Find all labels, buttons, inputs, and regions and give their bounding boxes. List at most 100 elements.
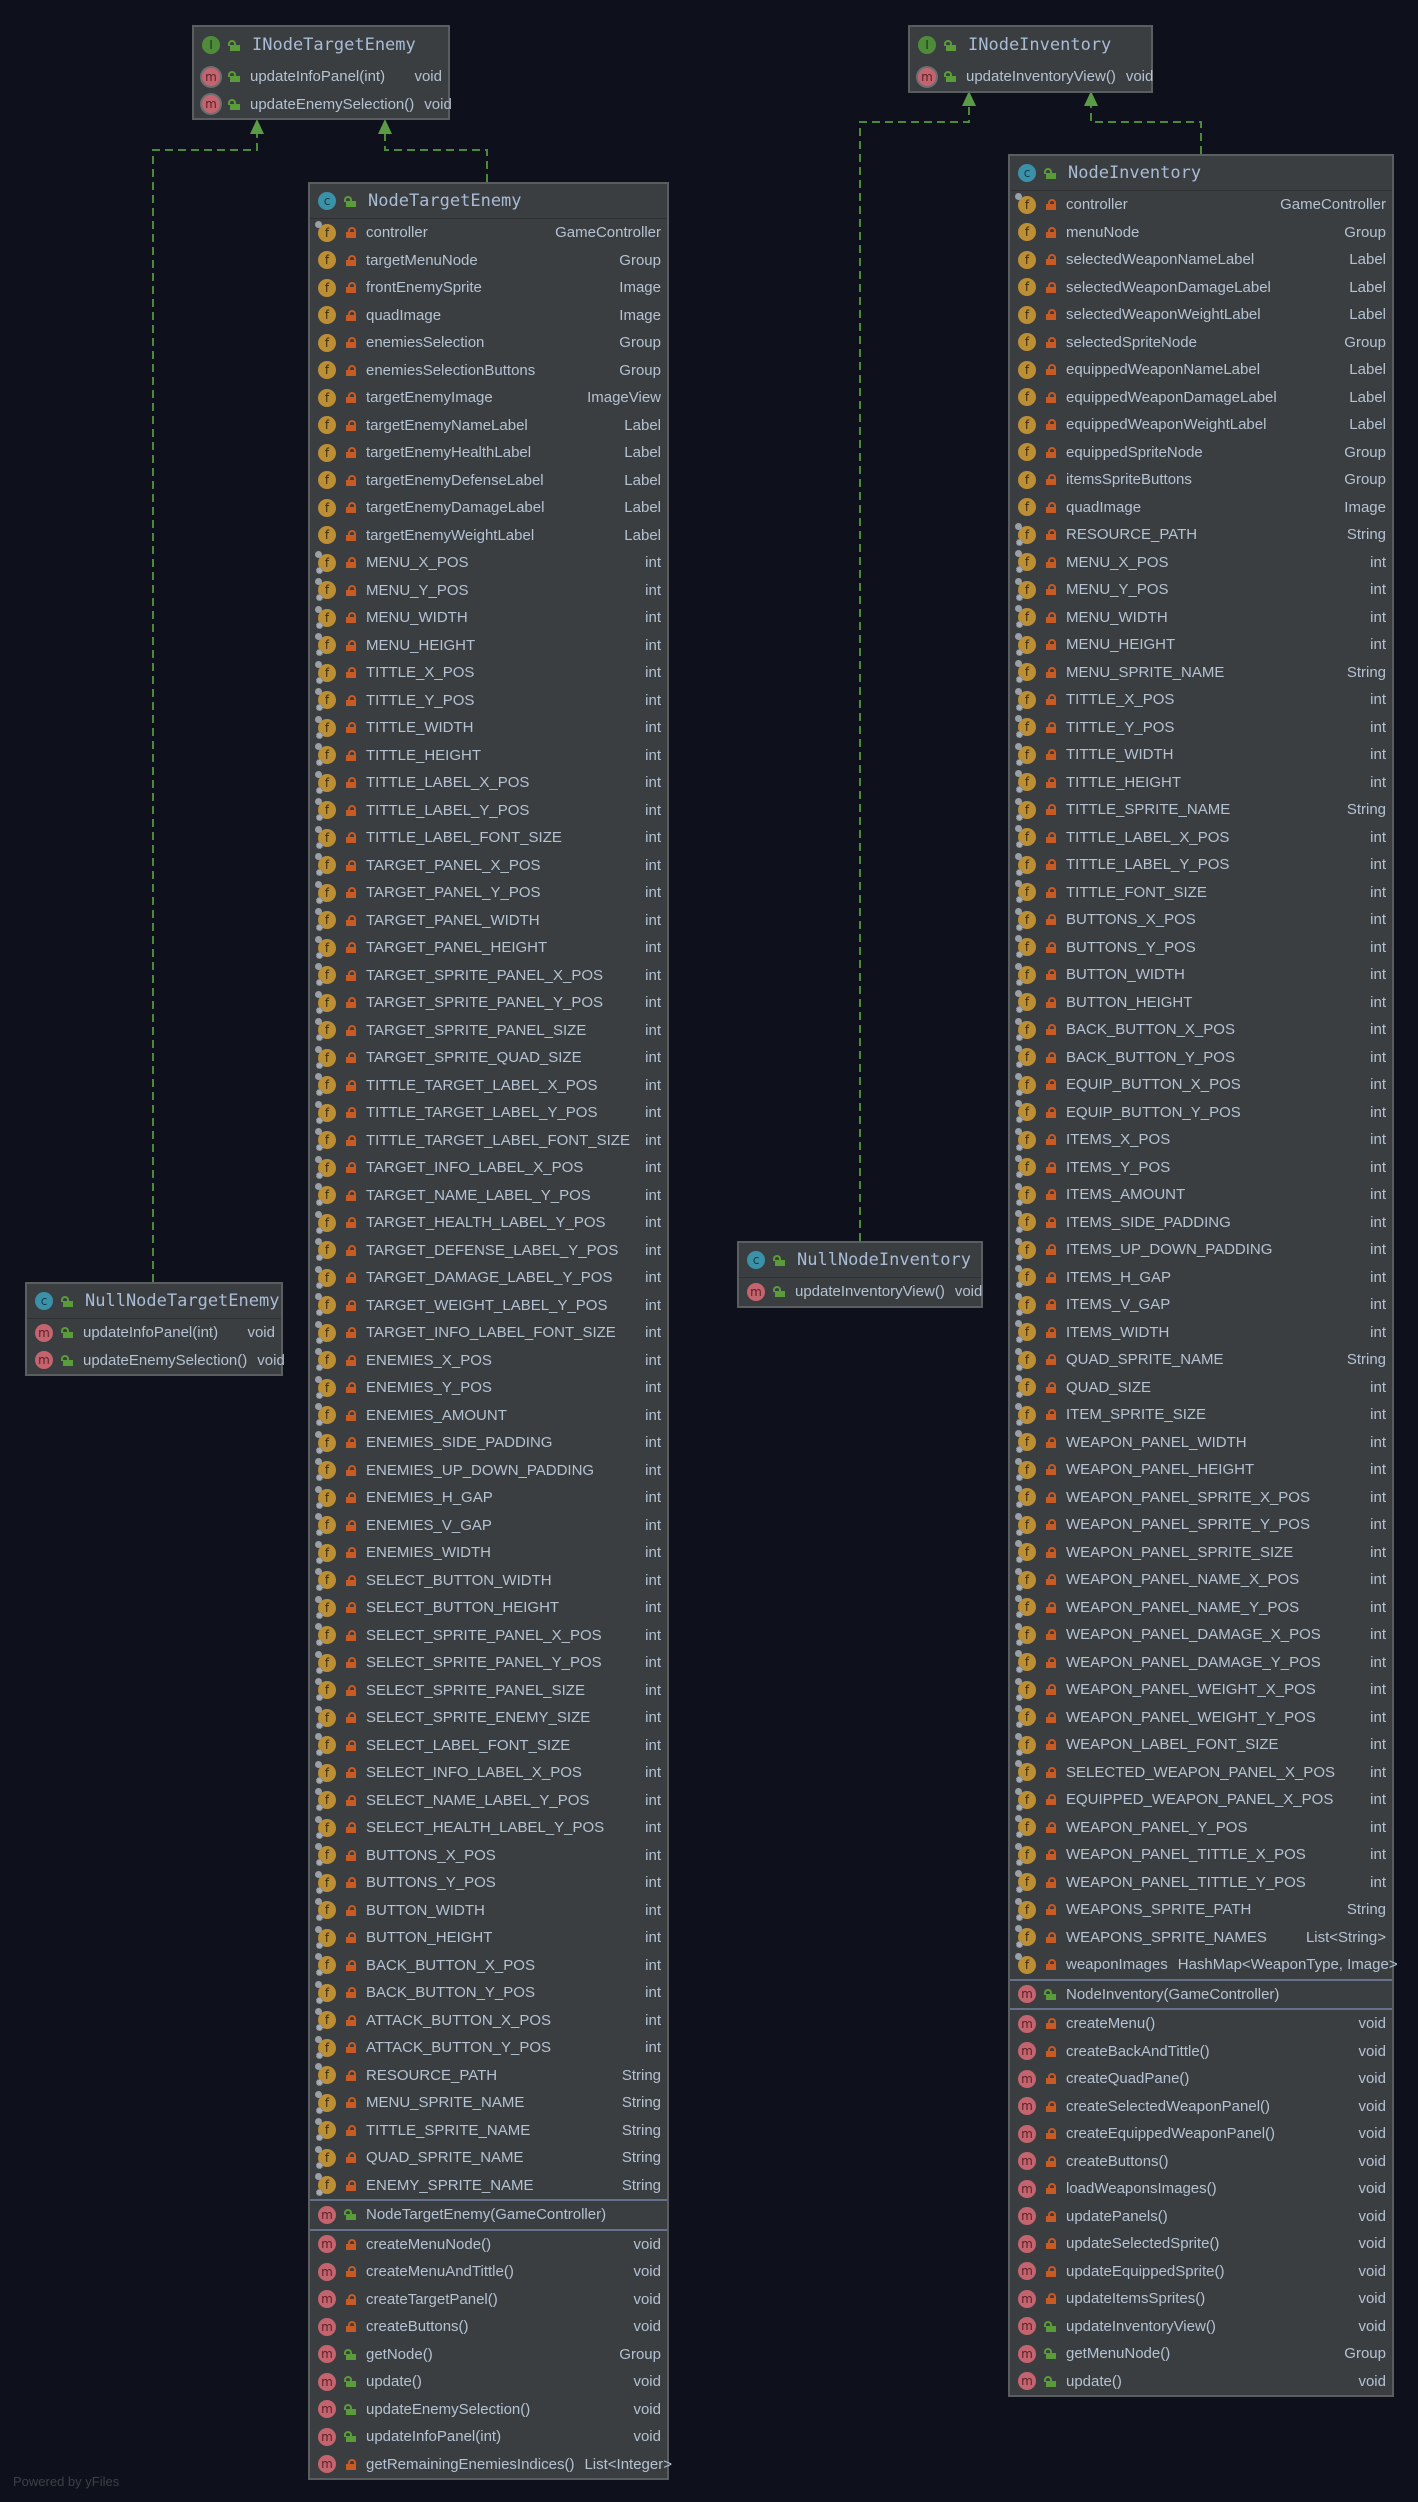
field-row[interactable]: f ITEMS_AMOUNT int: [1010, 1181, 1392, 1209]
field-row[interactable]: f quadImage Image: [310, 302, 667, 330]
field-row[interactable]: f frontEnemySprite Image: [310, 274, 667, 302]
method-row[interactable]: m updateInfoPanel(int) void: [194, 63, 448, 91]
field-row[interactable]: f SELECT_SPRITE_PANEL_Y_POS int: [310, 1649, 667, 1677]
field-row[interactable]: f ITEM_SPRITE_SIZE int: [1010, 1401, 1392, 1429]
field-row[interactable]: f TITTLE_X_POS int: [310, 659, 667, 687]
method-row[interactable]: m createBackAndTittle() void: [1010, 2038, 1392, 2066]
field-row[interactable]: f SELECT_SPRITE_PANEL_SIZE int: [310, 1677, 667, 1705]
field-row[interactable]: f MENU_HEIGHT int: [1010, 631, 1392, 659]
field-row[interactable]: f TARGET_DAMAGE_LABEL_Y_POS int: [310, 1264, 667, 1292]
method-row[interactable]: m updateEnemySelection() void: [310, 2396, 667, 2424]
field-row[interactable]: f TITTLE_LABEL_X_POS int: [1010, 824, 1392, 852]
field-row[interactable]: f TARGET_SPRITE_PANEL_SIZE int: [310, 1017, 667, 1045]
field-row[interactable]: f selectedWeaponDamageLabel Label: [1010, 274, 1392, 302]
field-row[interactable]: f TITTLE_TARGET_LABEL_Y_POS int: [310, 1099, 667, 1127]
field-row[interactable]: f SELECTED_WEAPON_PANEL_X_POS int: [1010, 1759, 1392, 1787]
field-row[interactable]: f controller GameController: [310, 219, 667, 247]
field-row[interactable]: f TITTLE_HEIGHT int: [1010, 769, 1392, 797]
field-row[interactable]: f targetEnemyDefenseLabel Label: [310, 467, 667, 495]
field-row[interactable]: f TARGET_PANEL_X_POS int: [310, 852, 667, 880]
method-row[interactable]: m createSelectedWeaponPanel() void: [1010, 2093, 1392, 2121]
field-row[interactable]: f MENU_X_POS int: [310, 549, 667, 577]
field-row[interactable]: f BUTTON_WIDTH int: [310, 1897, 667, 1925]
method-row[interactable]: m updateEnemySelection() void: [194, 91, 452, 119]
field-row[interactable]: f BACK_BUTTON_X_POS int: [310, 1952, 667, 1980]
field-row[interactable]: f selectedWeaponNameLabel Label: [1010, 246, 1392, 274]
field-row[interactable]: f TARGET_WEIGHT_LABEL_Y_POS int: [310, 1292, 667, 1320]
method-row[interactable]: m updateItemsSprites() void: [1010, 2285, 1392, 2313]
field-row[interactable]: f ITEMS_H_GAP int: [1010, 1264, 1392, 1292]
field-row[interactable]: f TITTLE_LABEL_Y_POS int: [1010, 851, 1392, 879]
field-row[interactable]: f selectedWeaponWeightLabel Label: [1010, 301, 1392, 329]
field-row[interactable]: f WEAPON_PANEL_NAME_X_POS int: [1010, 1566, 1392, 1594]
field-row[interactable]: f WEAPON_PANEL_WEIGHT_Y_POS int: [1010, 1704, 1392, 1732]
class-header[interactable]: c NullNodeTargetEnemy: [27, 1284, 281, 1319]
method-row[interactable]: m updateEnemySelection() void: [27, 1347, 285, 1375]
field-row[interactable]: f BUTTON_WIDTH int: [1010, 961, 1392, 989]
field-row[interactable]: f BUTTONS_X_POS int: [310, 1842, 667, 1870]
class-header[interactable]: I INodeTargetEnemy: [194, 27, 448, 63]
field-row[interactable]: f targetEnemyHealthLabel Label: [310, 439, 667, 467]
field-row[interactable]: f enemiesSelectionButtons Group: [310, 357, 667, 385]
class-box-nullnodetargetenemy[interactable]: c NullNodeTargetEnemy m updateInfoPanel(int…: [25, 1282, 285, 1376]
field-row[interactable]: f BACK_BUTTON_X_POS int: [1010, 1016, 1392, 1044]
field-row[interactable]: f ENEMIES_UP_DOWN_PADDING int: [310, 1457, 667, 1485]
field-row[interactable]: f TITTLE_WIDTH int: [310, 714, 667, 742]
field-row[interactable]: f WEAPON_PANEL_Y_POS int: [1010, 1814, 1392, 1842]
class-header[interactable]: I INodeInventory: [910, 27, 1151, 63]
field-row[interactable]: f TITTLE_SPRITE_NAME String: [1010, 796, 1392, 824]
method-row[interactable]: m update() void: [1010, 2368, 1392, 2396]
field-row[interactable]: f MENU_SPRITE_NAME String: [310, 2089, 667, 2117]
field-row[interactable]: f SELECT_NAME_LABEL_Y_POS int: [310, 1787, 667, 1815]
field-row[interactable]: f TARGET_PANEL_HEIGHT int: [310, 934, 667, 962]
field-row[interactable]: f SELECT_INFO_LABEL_X_POS int: [310, 1759, 667, 1787]
class-box-inodeinventory[interactable]: I INodeInventory m updateInventoryView() voi…: [908, 25, 1153, 93]
field-row[interactable]: f equippedWeaponDamageLabel Label: [1010, 384, 1392, 412]
field-row[interactable]: f MENU_WIDTH int: [1010, 604, 1392, 632]
field-row[interactable]: f ENEMY_SPRITE_NAME String: [310, 2172, 667, 2200]
field-row[interactable]: f WEAPON_PANEL_TITTLE_X_POS int: [1010, 1841, 1392, 1869]
field-row[interactable]: f enemiesSelection Group: [310, 329, 667, 357]
field-row[interactable]: f WEAPONS_SPRITE_PATH String: [1010, 1896, 1392, 1924]
field-row[interactable]: f WEAPON_PANEL_SPRITE_X_POS int: [1010, 1484, 1392, 1512]
field-row[interactable]: f itemsSpriteButtons Group: [1010, 466, 1392, 494]
field-row[interactable]: f targetEnemyNameLabel Label: [310, 412, 667, 440]
field-row[interactable]: f ENEMIES_SIDE_PADDING int: [310, 1429, 667, 1457]
field-row[interactable]: f weaponImages HashMap<WeaponType, Image>: [1010, 1951, 1398, 1979]
field-row[interactable]: f menuNode Group: [1010, 219, 1392, 247]
field-row[interactable]: f targetEnemyDamageLabel Label: [310, 494, 667, 522]
field-row[interactable]: f controller GameController: [1010, 191, 1392, 219]
field-row[interactable]: f BUTTON_HEIGHT int: [1010, 989, 1392, 1017]
field-row[interactable]: f selectedSpriteNode Group: [1010, 329, 1392, 357]
field-row[interactable]: f EQUIP_BUTTON_Y_POS int: [1010, 1099, 1392, 1127]
field-row[interactable]: f BACK_BUTTON_Y_POS int: [1010, 1044, 1392, 1072]
method-row[interactable]: m createMenuAndTittle() void: [310, 2258, 667, 2286]
field-row[interactable]: f SELECT_SPRITE_ENEMY_SIZE int: [310, 1704, 667, 1732]
method-row[interactable]: m updateInventoryView() void: [739, 1278, 982, 1306]
field-row[interactable]: f equippedWeaponNameLabel Label: [1010, 356, 1392, 384]
field-row[interactable]: f BUTTONS_X_POS int: [1010, 906, 1392, 934]
method-row[interactable]: m createMenu() void: [1010, 2010, 1392, 2038]
field-row[interactable]: f TARGET_INFO_LABEL_X_POS int: [310, 1154, 667, 1182]
field-row[interactable]: f TARGET_NAME_LABEL_Y_POS int: [310, 1182, 667, 1210]
field-row[interactable]: f MENU_X_POS int: [1010, 549, 1392, 577]
field-row[interactable]: f WEAPON_PANEL_DAMAGE_Y_POS int: [1010, 1649, 1392, 1677]
method-row[interactable]: m update() void: [310, 2368, 667, 2396]
field-row[interactable]: f targetEnemyWeightLabel Label: [310, 522, 667, 550]
class-header[interactable]: c NodeInventory: [1010, 156, 1392, 191]
field-row[interactable]: f SELECT_SPRITE_PANEL_X_POS int: [310, 1622, 667, 1650]
field-row[interactable]: f RESOURCE_PATH String: [310, 2062, 667, 2090]
field-row[interactable]: f quadImage Image: [1010, 494, 1392, 522]
method-row[interactable]: m updateInfoPanel(int) void: [27, 1319, 281, 1347]
field-row[interactable]: f TITTLE_X_POS int: [1010, 686, 1392, 714]
field-row[interactable]: f TITTLE_SPRITE_NAME String: [310, 2117, 667, 2145]
method-row[interactable]: m getMenuNode() Group: [1010, 2340, 1392, 2368]
field-row[interactable]: f TARGET_PANEL_WIDTH int: [310, 907, 667, 935]
method-row[interactable]: m createButtons() void: [310, 2313, 667, 2341]
method-row[interactable]: m createMenuNode() void: [310, 2231, 667, 2259]
field-row[interactable]: f TITTLE_Y_POS int: [310, 687, 667, 715]
field-row[interactable]: f TARGET_PANEL_Y_POS int: [310, 879, 667, 907]
field-row[interactable]: f TITTLE_HEIGHT int: [310, 742, 667, 770]
field-row[interactable]: f TITTLE_LABEL_FONT_SIZE int: [310, 824, 667, 852]
field-row[interactable]: f ITEMS_UP_DOWN_PADDING int: [1010, 1236, 1392, 1264]
